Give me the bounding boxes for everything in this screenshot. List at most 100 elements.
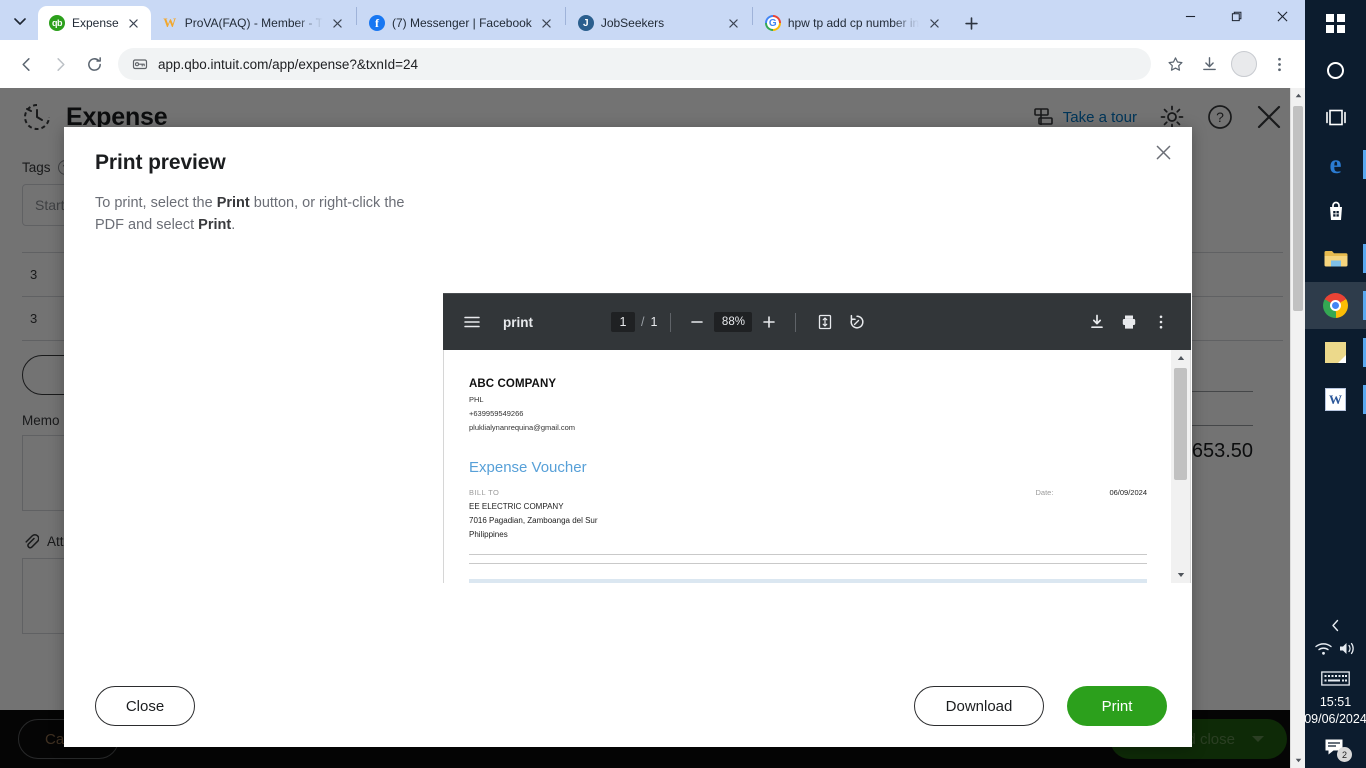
word-button[interactable]: W: [1305, 376, 1366, 423]
close-icon[interactable]: [126, 15, 142, 31]
download-button[interactable]: Download: [914, 686, 1044, 726]
google-icon: [764, 15, 781, 31]
page-separator: /: [641, 315, 645, 329]
clock-date: 09/06/2024: [1304, 712, 1366, 727]
date-value: 06/09/2024: [1109, 488, 1147, 497]
toolbar-divider: [670, 312, 672, 332]
scroll-down-arrow-icon[interactable]: [1291, 753, 1305, 768]
scroll-up-arrow-icon[interactable]: [1291, 88, 1305, 103]
page-scrollbar[interactable]: [1290, 88, 1305, 768]
task-view-button[interactable]: [1305, 94, 1366, 141]
edge-button[interactable]: e: [1305, 141, 1366, 188]
jobseekers-icon: [577, 15, 594, 31]
close-button[interactable]: Close: [95, 686, 195, 726]
voucher-bill-to-block: BILL TO EE ELECTRIC COMPANY 7016 Pagadia…: [469, 488, 598, 539]
cortana-search-button[interactable]: [1305, 47, 1366, 94]
keyboard-icon[interactable]: [1321, 666, 1350, 690]
pdf-scroll-down-icon[interactable]: [1171, 567, 1190, 583]
maximize-restore-button[interactable]: [1213, 0, 1259, 32]
sticky-notes-button[interactable]: [1305, 329, 1366, 376]
microsoft-store-button[interactable]: [1305, 188, 1366, 235]
bill-to-name: EE ELECTRIC COMPANY: [469, 502, 564, 511]
site-info-icon[interactable]: [132, 56, 148, 72]
back-button[interactable]: [10, 48, 42, 80]
close-icon[interactable]: [539, 15, 555, 31]
new-tab-button[interactable]: [957, 9, 985, 37]
voucher-divider: [469, 563, 1147, 564]
fit-to-page-icon[interactable]: [811, 308, 839, 336]
instructions-bold-print-1: Print: [216, 195, 250, 211]
voucher-company-country: PHL: [469, 395, 484, 404]
zoom-out-button[interactable]: [684, 309, 710, 335]
minimize-button[interactable]: [1167, 0, 1213, 32]
modal-title: Print preview: [95, 151, 226, 174]
more-vertical-icon[interactable]: [1147, 308, 1175, 336]
browser-tab-expense[interactable]: Expense: [38, 6, 151, 40]
browser-tab-strip: Expense W ProVA(FAQ) - Member - T (7) Me…: [0, 0, 1305, 40]
bookmark-star-icon[interactable]: [1159, 48, 1191, 80]
close-icon[interactable]: [1150, 139, 1176, 165]
page-total: 1: [650, 315, 658, 329]
chrome-icon: [1323, 293, 1348, 318]
chrome-button[interactable]: [1305, 282, 1366, 329]
scrollbar-thumb[interactable]: [1293, 106, 1303, 311]
pdf-scroll-up-icon[interactable]: [1171, 350, 1190, 366]
voucher-bill-row: BILL TO EE ELECTRIC COMPANY 7016 Pagadia…: [469, 488, 1147, 539]
start-button[interactable]: [1305, 0, 1366, 47]
system-tray: 15:51 09/06/2024 2: [1304, 614, 1366, 768]
tab-search-icon[interactable]: [2, 2, 38, 40]
rotate-icon[interactable]: [843, 308, 871, 336]
browser-tab-messenger[interactable]: (7) Messenger | Facebook: [358, 6, 564, 40]
zoom-level[interactable]: 88%: [714, 312, 753, 332]
taskbar-clock[interactable]: 15:51 09/06/2024: [1304, 694, 1366, 728]
forward-button[interactable]: [44, 48, 76, 80]
tab-title: (7) Messenger | Facebook: [391, 16, 532, 30]
notifications-button[interactable]: 2: [1305, 732, 1366, 762]
tab-divider: [564, 7, 566, 25]
profile-avatar[interactable]: [1231, 51, 1257, 77]
downloads-icon[interactable]: [1193, 48, 1225, 80]
windows-icon: [1326, 14, 1345, 33]
browser-toolbar: app.qbo.intuit.com/app/expense?&txnId=24: [0, 40, 1305, 88]
bill-to-label: BILL TO: [469, 488, 500, 497]
show-hidden-icons-button[interactable]: [1329, 614, 1342, 636]
address-bar[interactable]: app.qbo.intuit.com/app/expense?&txnId=24: [118, 48, 1151, 80]
pdf-scrollbar[interactable]: [1171, 350, 1190, 583]
close-icon[interactable]: [726, 15, 742, 31]
zoom-in-button[interactable]: [756, 309, 782, 335]
pdf-scrollbar-thumb[interactable]: [1174, 368, 1187, 480]
volume-icon[interactable]: [1338, 641, 1357, 661]
print-button[interactable]: Print: [1067, 686, 1167, 726]
bill-to-address-1: 7016 Pagadian, Zamboanga del Sur: [469, 516, 598, 525]
browser-tab-google-search[interactable]: hpw tp add cp number in: [754, 6, 951, 40]
bill-to-address-2: Philippines: [469, 530, 508, 539]
voucher-company-email: pluklialynanrequina@gmail.com: [469, 423, 575, 432]
browser-tab-prova[interactable]: W ProVA(FAQ) - Member - T: [151, 6, 355, 40]
hamburger-icon[interactable]: [457, 307, 487, 337]
url-text: app.qbo.intuit.com/app/expense?&txnId=24: [158, 56, 419, 72]
wifi-icon[interactable]: [1314, 641, 1333, 661]
close-window-button[interactable]: [1259, 0, 1305, 32]
close-icon[interactable]: [926, 15, 942, 31]
store-icon: [1329, 201, 1342, 220]
pdf-viewer: print 1 / 1 88% ABC COMPANY PHL +6399595…: [443, 293, 1191, 583]
chrome-menu-icon[interactable]: [1263, 48, 1295, 80]
pdf-toolbar: print 1 / 1 88%: [443, 293, 1191, 350]
tray-network-volume: [1314, 640, 1357, 662]
toolbar-actions: [1159, 48, 1295, 80]
tab-title: hpw tp add cp number in: [787, 16, 920, 30]
tab-divider: [751, 7, 753, 25]
browser-tab-jobseekers[interactable]: JobSeekers: [567, 6, 751, 40]
download-icon[interactable]: [1083, 308, 1111, 336]
facebook-icon: [368, 15, 385, 31]
file-explorer-button[interactable]: [1305, 235, 1366, 282]
voucher-date-block: Date: 06/09/2024: [1036, 488, 1147, 539]
close-icon[interactable]: [330, 15, 346, 31]
reload-button[interactable]: [78, 48, 110, 80]
word-icon: W: [1325, 388, 1346, 411]
print-icon[interactable]: [1115, 308, 1143, 336]
page-viewport: Expense Take a tour ?: [0, 88, 1305, 768]
window-controls: [1167, 0, 1305, 40]
page-number-input[interactable]: 1: [611, 312, 635, 332]
voucher-table-header: Amount: [469, 579, 1147, 583]
